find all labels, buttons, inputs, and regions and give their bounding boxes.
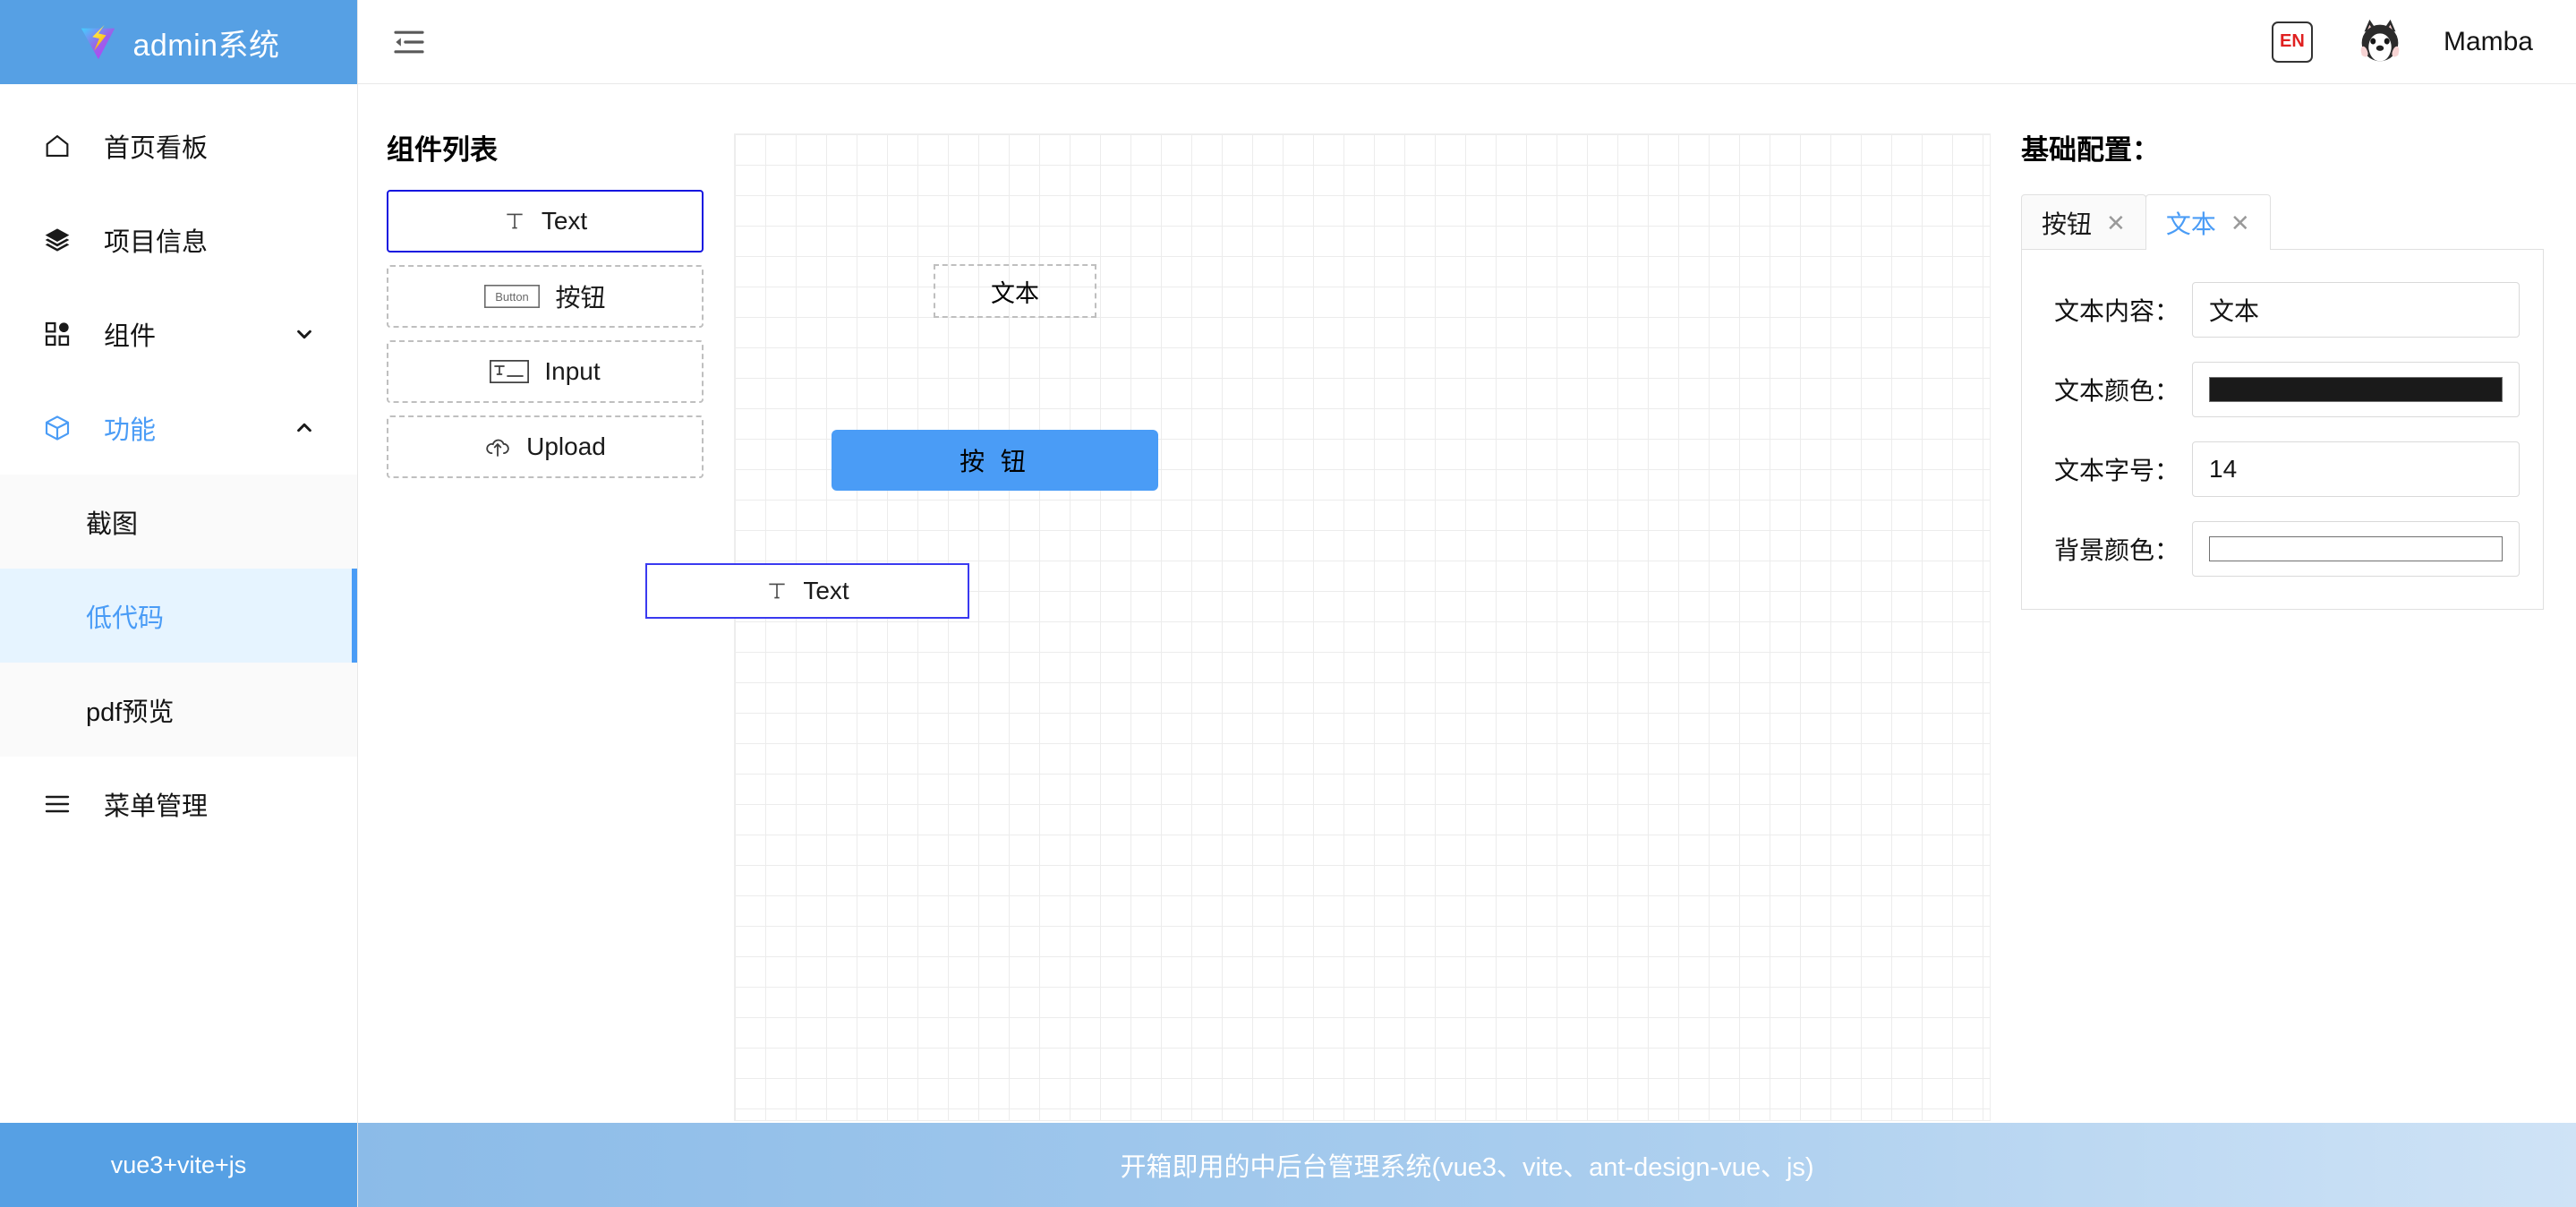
- sidebar-item-components[interactable]: 组件: [0, 287, 357, 381]
- home-icon: [43, 132, 72, 160]
- footer-text: 开箱即用的中后台管理系统(vue3、vite、ant-design-vue、js…: [1120, 1153, 1814, 1182]
- field-label: 文本字号：: [2053, 457, 2179, 484]
- sidebar-item-label: 首页看板: [104, 133, 209, 163]
- field-text-content: 文本内容： 文本: [2022, 282, 2520, 338]
- component-item-label: Upload: [526, 432, 606, 460]
- layers-icon: [43, 226, 72, 254]
- component-item-label: Input: [544, 357, 601, 385]
- sidebar-submenu-function: 截图 低代码 pdf预览: [0, 475, 357, 757]
- text-t-icon: [503, 210, 526, 233]
- tab-label: 文本: [2165, 210, 2216, 238]
- close-icon[interactable]: ✕: [2106, 211, 2126, 235]
- component-item-text[interactable]: Text: [387, 190, 704, 253]
- footer-banner: 开箱即用的中后台管理系统(vue3、vite、ant-design-vue、js…: [358, 1123, 2576, 1207]
- color-swatch: [2209, 377, 2503, 402]
- component-item-label: Text: [541, 207, 588, 235]
- design-canvas[interactable]: 文本 按 钮 Text: [645, 133, 1991, 1121]
- component-item-input[interactable]: Input: [387, 340, 704, 403]
- sidebar-item-label: 组件: [104, 321, 157, 351]
- config-form: 文本内容： 文本 文本颜色： 文本字号： 14 背景颜色：: [2021, 249, 2544, 610]
- config-tabs-wrap: 按钮 ✕ 文本 ✕ 文本内容： 文本 文本颜色： 文本字号： 14 背景颜色：: [2021, 194, 2544, 610]
- sidebar-logo-text: admin系统: [132, 28, 280, 63]
- field-text-color: 文本颜色：: [2022, 362, 2520, 417]
- grid-dot-icon: [43, 320, 72, 348]
- text-color-picker[interactable]: [2192, 362, 2520, 417]
- chevron-down-icon[interactable]: [294, 324, 314, 344]
- lang-label: EN: [2280, 31, 2305, 51]
- canvas-node-text-component-label: Text: [803, 577, 849, 604]
- sidebar-item-project-info[interactable]: 项目信息: [0, 193, 357, 287]
- tab-label: 按钮: [2042, 210, 2093, 238]
- menu-fold-icon[interactable]: [385, 18, 433, 66]
- canvas-node-text-label: 文本: [991, 279, 1039, 307]
- field-value: 文本: [2209, 297, 2260, 325]
- language-en-icon[interactable]: EN: [2271, 21, 2313, 63]
- field-value: 14: [2209, 455, 2238, 483]
- workspace: 组件列表 Text Button 按钮 Input Upload 文本 按 钮 …: [358, 84, 2576, 1123]
- app-root: admin系统 首页看板 项目信息 组件 功能 截图 低代码 pdf预览 菜单管…: [0, 0, 2576, 1207]
- sidebar-menu: 首页看板 项目信息 组件 功能 截图 低代码 pdf预览 菜单管理: [0, 84, 357, 1123]
- text-content-input[interactable]: 文本: [2192, 282, 2520, 338]
- cloud-upload-icon: [484, 435, 511, 458]
- component-item-label: 按钮: [555, 284, 606, 312]
- button-box-icon: Button: [484, 285, 541, 308]
- topbar: EN Mamba: [358, 0, 2576, 84]
- config-tabs: 按钮 ✕ 文本 ✕: [2021, 194, 2544, 250]
- component-item-button[interactable]: Button 按钮: [387, 265, 704, 328]
- font-size-input[interactable]: 14: [2192, 441, 2520, 497]
- field-label: 文本颜色：: [2053, 377, 2179, 405]
- sidebar-item-function[interactable]: 功能: [0, 381, 357, 475]
- tab-text[interactable]: 文本 ✕: [2145, 194, 2271, 250]
- sidebar-item-label: 菜单管理: [104, 792, 209, 821]
- canvas-wrap: 文本 按 钮 Text: [645, 84, 2003, 1123]
- sidebar-subitem-label: 低代码: [86, 604, 165, 633]
- avatar[interactable]: [2351, 13, 2408, 70]
- sidebar-logo[interactable]: admin系统: [0, 0, 357, 84]
- chevron-up-icon[interactable]: [294, 418, 314, 438]
- component-item-upload[interactable]: Upload: [387, 415, 704, 478]
- canvas-node-button-label: 按 钮: [960, 448, 1030, 475]
- main-region: EN Mamba 组件列表 Text Button 按钮 Input Uploa…: [358, 0, 2576, 1207]
- vite-lightning-logo: [77, 21, 118, 63]
- background-color-picker[interactable]: [2192, 521, 2520, 577]
- canvas-node-text[interactable]: 文本: [934, 264, 1096, 318]
- canvas-node-button[interactable]: 按 钮: [832, 430, 1158, 491]
- field-font-size: 文本字号： 14: [2022, 441, 2520, 497]
- sidebar-subitem-pdf-preview[interactable]: pdf预览: [0, 663, 357, 757]
- menu-lines-icon: [43, 790, 72, 818]
- sidebar-footer: vue3+vite+js: [0, 1123, 357, 1207]
- text-t-icon: [765, 579, 789, 603]
- svg-text:Button: Button: [496, 290, 530, 304]
- input-field-icon: [490, 360, 530, 383]
- field-background-color: 背景颜色：: [2022, 521, 2520, 577]
- sidebar-subitem-label: pdf预览: [86, 698, 175, 727]
- field-label: 文本内容：: [2053, 297, 2179, 325]
- username-label[interactable]: Mamba: [2444, 27, 2533, 57]
- cube-icon: [43, 414, 72, 442]
- field-label: 背景颜色：: [2053, 536, 2179, 564]
- sidebar-item-label: 项目信息: [104, 227, 209, 257]
- canvas-node-text-component[interactable]: Text: [645, 563, 969, 619]
- sidebar-item-home[interactable]: 首页看板: [0, 98, 357, 193]
- sidebar-subitem-label: 截图: [86, 509, 139, 539]
- color-swatch: [2209, 536, 2503, 561]
- components-panel-title: 组件列表: [387, 134, 498, 166]
- sidebar-subitem-lowcode[interactable]: 低代码: [0, 569, 357, 663]
- sidebar-subitem-screenshot[interactable]: 截图: [0, 475, 357, 569]
- sidebar-footer-text: vue3+vite+js: [110, 1151, 247, 1178]
- sidebar: admin系统 首页看板 项目信息 组件 功能 截图 低代码 pdf预览 菜单管…: [0, 0, 358, 1207]
- sidebar-item-label: 功能: [104, 415, 157, 445]
- sidebar-item-menu-management[interactable]: 菜单管理: [0, 757, 357, 851]
- close-icon[interactable]: ✕: [2231, 211, 2250, 235]
- tab-button[interactable]: 按钮 ✕: [2021, 194, 2146, 250]
- config-panel-title: 基础配置：: [2021, 134, 2160, 166]
- config-panel: 基础配置： 按钮 ✕ 文本 ✕ 文本内容： 文本 文本颜色： 文本字号： 14 …: [2003, 84, 2576, 1123]
